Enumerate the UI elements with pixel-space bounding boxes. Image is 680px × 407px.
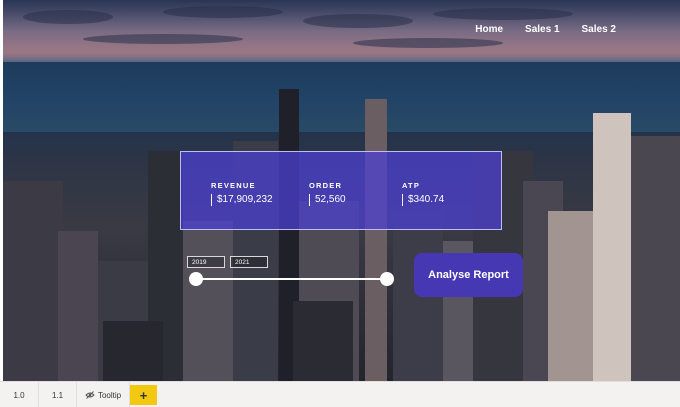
building <box>293 301 353 381</box>
year-slider-start-handle[interactable] <box>189 272 203 286</box>
building <box>58 231 98 381</box>
page-tab-bar: 1.0 1.1 Tooltip + <box>0 381 680 407</box>
kpi-value: $17,909,232 <box>211 194 273 206</box>
city-skyline <box>3 89 680 381</box>
nav-home[interactable]: Home <box>475 24 503 35</box>
year-slider-end-handle[interactable] <box>380 272 394 286</box>
top-navigation: Home Sales 1 Sales 2 <box>475 24 616 35</box>
kpi-label: REVENUE <box>211 181 256 190</box>
cloud <box>353 38 503 48</box>
tab-1-0[interactable]: 1.0 <box>0 382 39 407</box>
nav-sales-2[interactable]: Sales 2 <box>582 24 616 35</box>
kpi-order: ORDER 52,560 <box>309 181 346 206</box>
end-year-input[interactable]: 2021 <box>230 256 268 268</box>
tab-tooltip[interactable]: Tooltip <box>77 382 130 407</box>
building <box>631 136 680 381</box>
building <box>103 321 163 381</box>
hidden-eye-icon <box>85 391 95 399</box>
tab-label: Tooltip <box>97 390 122 400</box>
cloud <box>433 8 573 20</box>
kpi-label: ORDER <box>309 181 343 190</box>
year-slider-track[interactable] <box>196 278 387 280</box>
cloud <box>83 34 243 44</box>
cloud <box>163 6 283 18</box>
cloud <box>23 10 113 24</box>
start-year-input[interactable]: 2019 <box>187 256 225 268</box>
analyse-report-button[interactable]: Analyse Report <box>414 253 523 297</box>
kpi-panel: REVENUE $17,909,232 ORDER 52,560 ATP $34… <box>180 151 502 230</box>
building <box>183 221 238 381</box>
nav-sales-1[interactable]: Sales 1 <box>525 24 559 35</box>
kpi-value: $340.74 <box>402 194 444 206</box>
add-page-button[interactable]: + <box>130 385 157 405</box>
kpi-label: ATP <box>402 181 421 190</box>
kpi-revenue: REVENUE $17,909,232 <box>211 181 273 206</box>
kpi-atp: ATP $340.74 <box>402 181 444 206</box>
tab-1-1[interactable]: 1.1 <box>39 382 77 407</box>
building <box>365 99 387 381</box>
building <box>3 181 63 381</box>
kpi-value: 52,560 <box>309 194 346 206</box>
building <box>593 113 631 381</box>
cloud <box>303 14 413 28</box>
